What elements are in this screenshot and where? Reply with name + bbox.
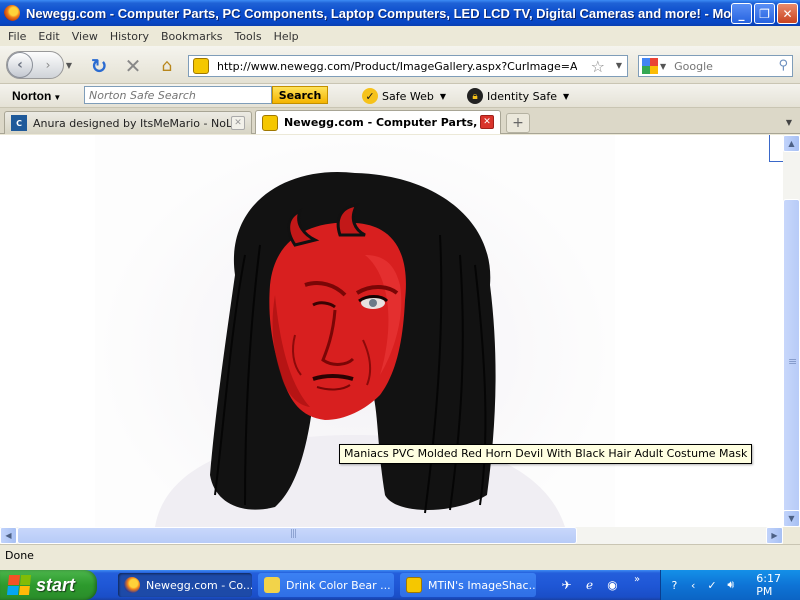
close-tab-icon[interactable]: ✕ [480, 115, 494, 129]
scroll-down-icon[interactable]: ▼ [783, 510, 800, 527]
start-label: start [36, 574, 76, 595]
new-tab-button[interactable]: + [506, 113, 530, 133]
image-tooltip: Maniacs PVC Molded Red Horn Devil With B… [339, 444, 753, 464]
internet-explorer-icon[interactable]: ℯ [581, 576, 598, 593]
taskbar-item-label: Newegg.com - Co... [146, 578, 252, 592]
close-tab-icon[interactable]: ✕ [231, 116, 245, 130]
site-favicon-icon [406, 577, 422, 593]
chevron-down-icon: ▼ [53, 92, 62, 102]
tab-newegg[interactable]: Newegg.com - Computer Parts, P... ✕ [255, 110, 501, 134]
norton-menu[interactable]: Norton ▼ [12, 89, 61, 103]
vertical-scrollbar[interactable]: ▲ ▼ [783, 135, 800, 530]
taskbar-item-newegg[interactable]: Newegg.com - Co... [118, 573, 252, 597]
firefox-icon [4, 5, 20, 21]
taskbar-item-imageshack[interactable]: MTiN's ImageShac... [400, 573, 536, 597]
site-favicon-icon [262, 114, 278, 131]
quick-launch: ✈ ℯ ◉ [558, 576, 621, 593]
content-edge-box [769, 135, 783, 162]
maximize-button[interactable]: ❐ [754, 3, 775, 24]
image-viewer-icon [264, 577, 280, 593]
menu-file[interactable]: File [2, 30, 32, 43]
start-button[interactable]: start [0, 570, 97, 600]
norton-toolbar: Norton▼ Search ✓ Safe Web ▼ 🔒︎ Identity … [0, 84, 800, 108]
tab-anura[interactable]: C Anura designed by ItsMeMario - NoLimi.… [4, 111, 252, 134]
lock-icon: 🔒︎ [467, 88, 483, 104]
url-bar[interactable]: ☆ ▼ [188, 55, 628, 77]
scroll-corner [783, 527, 800, 544]
menu-edit[interactable]: Edit [32, 30, 65, 43]
chrome-icon[interactable]: ◉ [604, 576, 621, 593]
reload-icon[interactable]: ↻ [88, 54, 110, 78]
firefox-icon [124, 577, 140, 593]
page-content: Maniacs PVC Molded Red Horn Devil With B… [0, 135, 783, 527]
status-bar: Done [0, 544, 800, 566]
search-bar[interactable]: ▼ ⚲ [638, 55, 793, 77]
menu-bookmarks[interactable]: Bookmarks [155, 30, 228, 43]
norton-search-button[interactable]: Search [272, 86, 328, 104]
stop-icon[interactable]: ✕ [122, 54, 144, 78]
norton-search-input[interactable] [84, 86, 272, 104]
menu-tools[interactable]: Tools [228, 30, 267, 43]
tab-label: Newegg.com - Computer Parts, P... [284, 116, 484, 129]
messenger-icon[interactable]: ✈ [558, 576, 575, 593]
window-title: Newegg.com - Computer Parts, PC Componen… [26, 5, 748, 21]
scroll-up-icon[interactable]: ▲ [783, 135, 800, 152]
back-arrow-icon: ‹ [7, 52, 33, 78]
taskbar-item-drink-color-bear[interactable]: Drink Color Bear ... [258, 573, 394, 597]
menu-help[interactable]: Help [268, 30, 305, 43]
help-icon[interactable]: ? [667, 578, 682, 593]
close-window-button[interactable]: ✕ [777, 3, 798, 24]
product-image[interactable] [95, 135, 615, 527]
site-favicon-icon: C [11, 115, 27, 131]
navigation-toolbar: ‹ › ▼ ↻ ✕ ⌂ ☆ ▼ ▼ ⚲ [0, 46, 800, 84]
system-tray: ? ‹ ✓ 🔊︎ 6:17 PM [660, 570, 800, 600]
engine-dropdown-icon[interactable]: ▼ [660, 62, 666, 71]
chevron-down-icon: ▼ [563, 91, 570, 101]
taskbar-item-label: Drink Color Bear ... [286, 578, 391, 592]
star-icon[interactable]: ☆ [591, 57, 605, 76]
menu-view[interactable]: View [66, 30, 104, 43]
norton-tray-icon[interactable]: ✓ [705, 578, 720, 593]
quick-launch-more-icon[interactable]: » [634, 574, 640, 585]
norton-logo: Norton [12, 88, 52, 103]
volume-icon[interactable]: 🔊︎ [723, 578, 738, 593]
taskbar-item-label: MTiN's ImageShac... [428, 578, 536, 592]
magnifier-icon[interactable]: ⚲ [778, 58, 788, 73]
menu-bar: File Edit View History Bookmarks Tools H… [0, 26, 800, 46]
horizontal-scrollbar[interactable]: ◀ ▶ [0, 527, 783, 544]
safe-web-label: Safe Web [382, 89, 434, 103]
scroll-left-icon[interactable]: ◀ [0, 527, 17, 544]
google-engine-icon[interactable] [642, 58, 658, 74]
menu-history[interactable]: History [104, 30, 155, 43]
checkmark-icon: ✓ [362, 88, 378, 104]
vertical-scroll-thumb[interactable] [783, 199, 800, 530]
tray-arrow-icon[interactable]: ‹ [686, 578, 701, 593]
url-input[interactable] [217, 59, 577, 73]
taskbar: start Newegg.com - Co... Drink Color Bea… [0, 570, 800, 600]
window-titlebar[interactable]: Newegg.com - Computer Parts, PC Componen… [0, 0, 800, 26]
safe-web-menu[interactable]: ✓ Safe Web ▼ [362, 88, 446, 104]
forward-arrow-icon[interactable]: › [38, 55, 58, 75]
minimize-button[interactable]: _ [731, 3, 752, 24]
identity-safe-label: Identity Safe [487, 89, 558, 103]
url-dropdown-icon[interactable]: ▼ [616, 61, 622, 70]
tab-label: Anura designed by ItsMeMario - NoLimi... [33, 116, 233, 130]
identity-safe-menu[interactable]: 🔒︎ Identity Safe ▼ [467, 88, 569, 104]
windows-flag-icon [6, 575, 32, 595]
clock: 6:17 PM [756, 572, 781, 598]
status-text: Done [5, 549, 34, 562]
horizontal-scroll-thumb[interactable] [17, 527, 577, 544]
home-icon[interactable]: ⌂ [156, 55, 178, 77]
search-input[interactable] [674, 59, 775, 73]
tab-list-icon[interactable]: ▼ [782, 114, 796, 130]
tab-strip: C Anura designed by ItsMeMario - NoLimi.… [0, 108, 800, 134]
chevron-down-icon: ▼ [439, 91, 446, 101]
site-favicon-icon [193, 58, 209, 74]
history-dropdown-icon[interactable]: ▼ [64, 58, 74, 72]
scroll-right-icon[interactable]: ▶ [766, 527, 783, 544]
